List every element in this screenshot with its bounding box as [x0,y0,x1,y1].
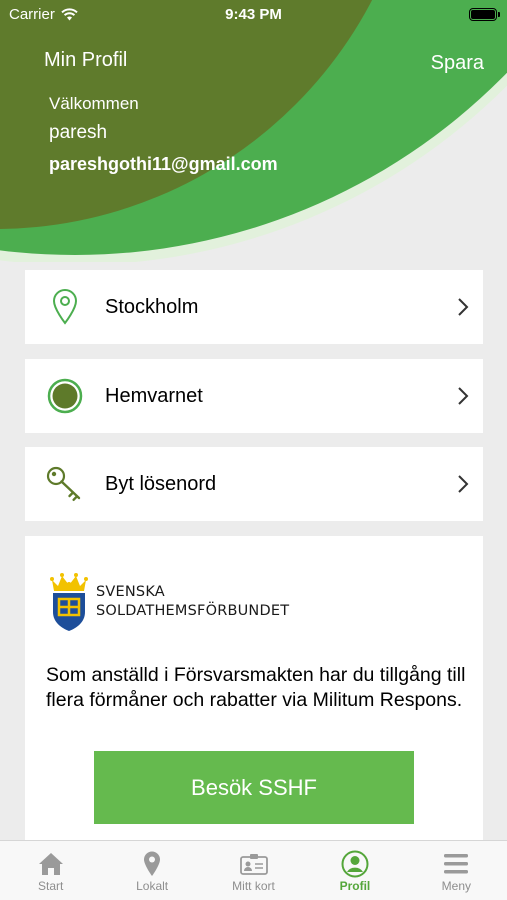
tab-label: Mitt kort [232,879,275,893]
tab-lokalt[interactable]: Lokalt [101,841,202,900]
home-icon [38,849,64,879]
status-time: 9:43 PM [225,6,282,23]
logo-line-2: SOLDATHEMSFÖRBUNDET [96,603,290,619]
profile-icon [341,849,369,879]
location-icon [143,849,161,879]
menu-item-location[interactable]: Stockholm [25,270,483,344]
menu-item-label: Byt lösenord [105,472,217,495]
menu-item-unit[interactable]: Hemvarnet [25,359,483,433]
menu-icon [443,849,469,879]
menu-item-label: Stockholm [105,295,199,318]
logo-line-1: SVENSKA [96,584,165,600]
chevron-right-icon [443,297,483,317]
tab-profil[interactable]: Profil [304,841,405,900]
sshf-logo: SVENSKA SOLDATHEMSFÖRBUNDET [50,572,289,632]
tab-label: Lokalt [136,879,169,893]
welcome-text: Välkommen [49,94,139,113]
tab-meny[interactable]: Meny [406,841,507,900]
promo-description: Som anställd i Försvarsmakten har du til… [46,664,466,711]
profile-header: Carrier 9:43 PM Min Profil Spara Välkomm… [0,0,507,262]
tab-bar: Start Lokalt Mitt kort Profil Meny [0,840,507,900]
sshf-promo-card: SVENSKA SOLDATHEMSFÖRBUNDET Som anställd… [25,536,483,846]
user-email: pareshgothi11@gmail.com [49,154,278,174]
menu-item-label: Hemvarnet [105,384,203,407]
page-title: Min Profil [44,49,128,71]
key-icon [25,447,105,521]
tab-label: Start [38,879,64,893]
save-button[interactable]: Spara [431,52,484,75]
battery-icon [469,8,500,21]
status-bar: Carrier 9:43 PM [0,0,507,28]
menu-item-change-password[interactable]: Byt lösenord [25,447,483,521]
tab-start[interactable]: Start [0,841,101,900]
id-card-icon [239,849,268,879]
tab-mitt-kort[interactable]: Mitt kort [203,841,304,900]
location-pin-icon [25,270,105,344]
unit-circle-icon [25,359,105,433]
username: paresh [49,122,108,143]
chevron-right-icon [443,386,483,406]
visit-sshf-button[interactable]: Besök SSHF [94,751,414,824]
tab-label: Meny [441,879,471,893]
sshf-crest-icon [50,573,88,631]
chevron-right-icon [443,474,483,494]
tab-label: Profil [339,879,371,893]
